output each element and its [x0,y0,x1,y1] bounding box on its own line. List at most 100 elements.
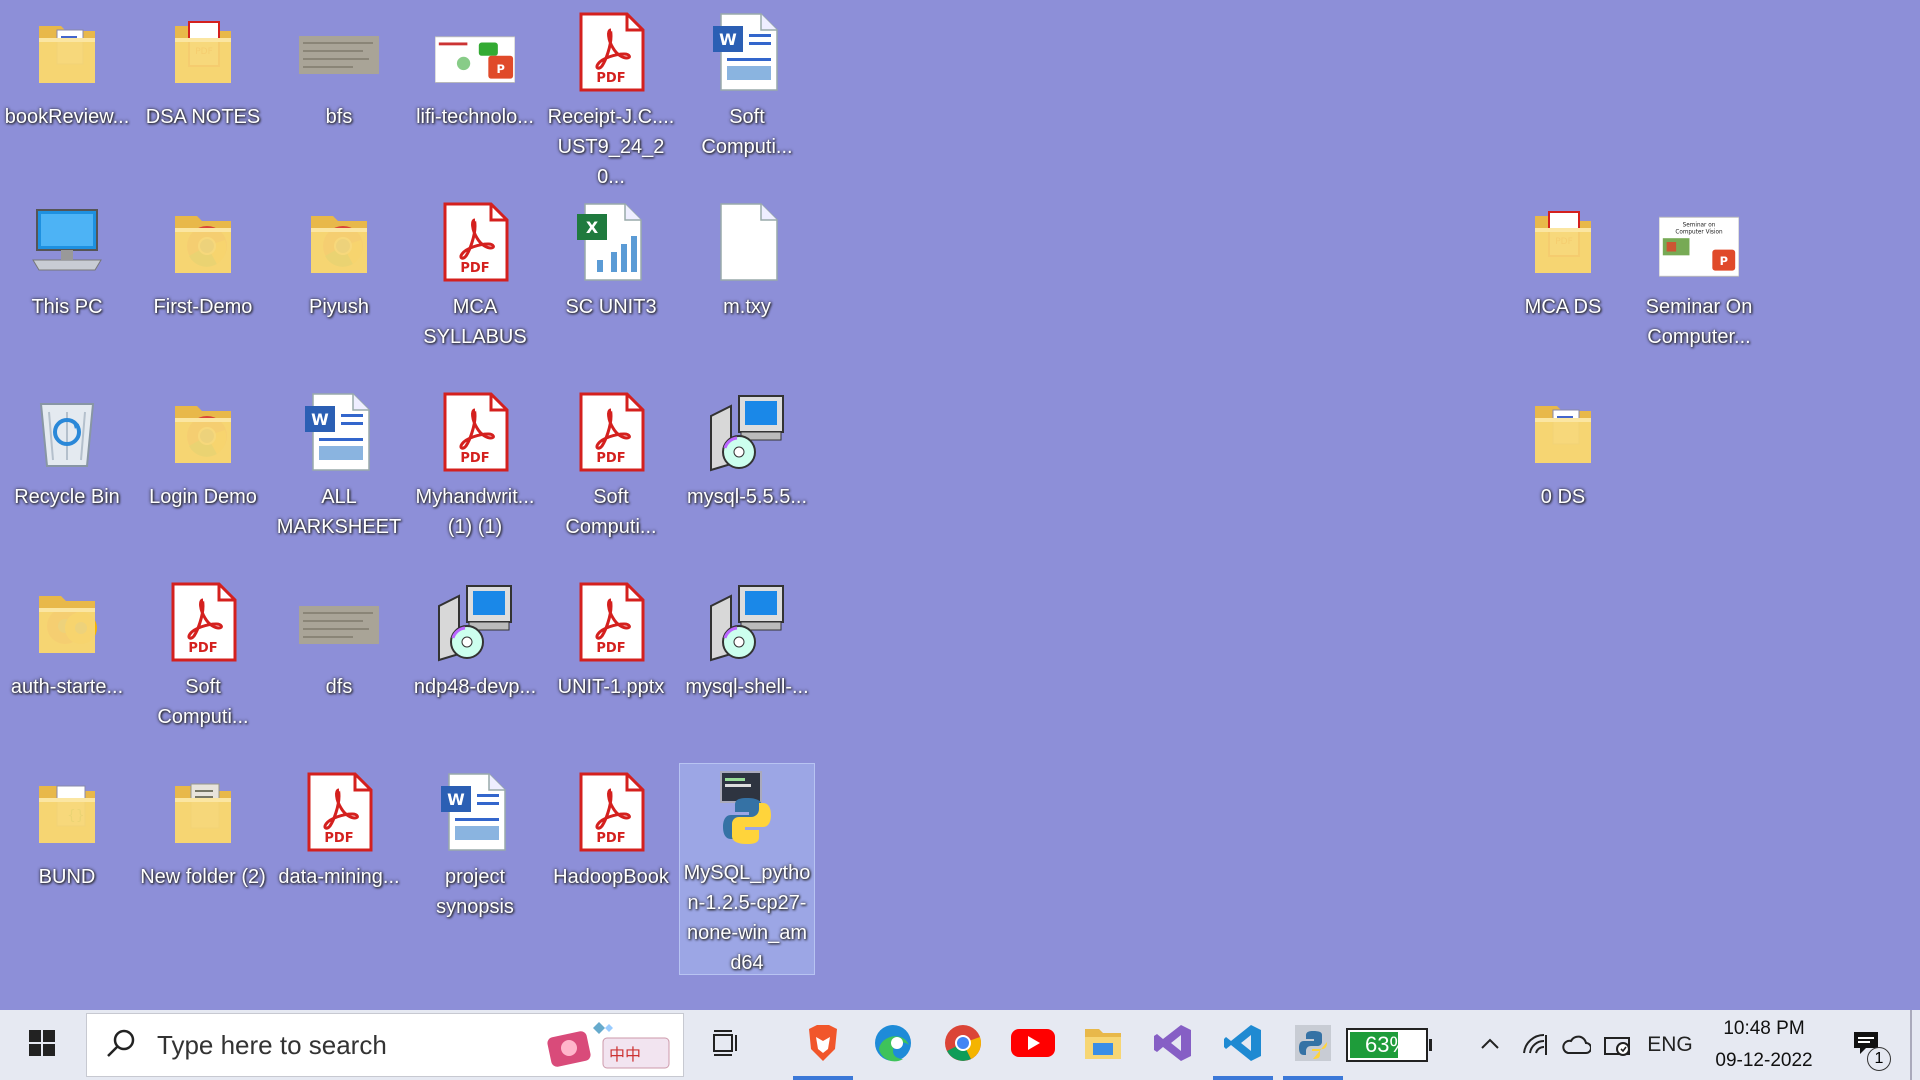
installer-icon [707,582,787,662]
desktop-icon-label: mysql-shell-... [685,676,809,698]
desktop-icon[interactable]: ndp48-devp... [408,578,542,702]
desktop-icon[interactable]: PDF MCA SYLLABUS [408,198,542,352]
desktop-icon[interactable]: Login Demo [136,388,270,512]
clock[interactable]: 10:48 PM 09-12-2022 [1704,1010,1824,1080]
taskbar-app-button[interactable] [998,1010,1068,1080]
pdf-icon: PDF [163,582,243,662]
folder-vscode-icon: {} [27,772,107,852]
desktop-icon-label: Login Demo [149,486,257,508]
desktop-icon[interactable]: mysql-5.5.5... [680,388,814,512]
start-button[interactable] [0,1010,84,1080]
taskbar-app-button[interactable] [788,1010,858,1080]
security-icon[interactable] [1598,1010,1638,1080]
taskbar-app-button[interactable] [928,1010,998,1080]
desktop-icon-label: bookReview... [4,106,130,128]
pptx-thumb-icon: P [435,12,515,92]
seminar-thumb-icon: Seminar on Computer Vision P [1659,202,1739,282]
desktop-icon[interactable]: Piyush [272,198,406,322]
image-icon [299,12,379,92]
taskbar: Type here to search 中中 63% ENG 10:48 PM … [0,1010,1920,1080]
svg-text:PDF: PDF [188,641,217,656]
desktop-icon[interactable]: m.txy [680,198,814,322]
desktop-icon[interactable]: Seminar on Computer Vision P Seminar On Com… [1632,198,1766,352]
svg-text:PDF: PDF [324,831,353,846]
taskbar-app-button[interactable] [858,1010,928,1080]
desktop-icon[interactable]: First-Demo [136,198,270,322]
taskbar-app-button[interactable] [1138,1010,1208,1080]
desktop-icon[interactable]: PDF Soft Computi... [136,578,270,732]
desktop-icon[interactable]: PDF HadoopBook [544,768,678,892]
desktop-icon[interactable]: Plifi-technolo... [408,8,542,132]
installer-icon [707,392,787,472]
desktop-icon[interactable]: {} BUND [0,768,134,892]
desktop-icon-label: Myhandwrit... (1) (1) [415,486,535,538]
desktop-icon[interactable]: auth-starte... [0,578,134,702]
desktop-icon[interactable]: PDF Myhandwrit... (1) (1) [408,388,542,542]
wifi-icon[interactable] [1516,1010,1556,1080]
pdf-icon: PDF [571,582,651,662]
desktop-icon[interactable]: PDF data-mining... [272,768,406,892]
search-box[interactable]: Type here to search 中中 [86,1013,684,1077]
desktop-icon[interactable]: This PC [0,198,134,322]
search-icon [105,1027,137,1064]
onedrive-icon[interactable] [1556,1010,1596,1080]
desktop-icon-label: First-Demo [153,296,253,318]
desktop-icon[interactable]: MySQL_pytho n-1.2.5-cp27- none-win_am d6… [679,763,815,975]
desktop-icon-label: Soft Computi... [565,486,657,538]
desktop-icon-label: UNIT-1.pptx [557,676,665,698]
desktop-icon[interactable]: X SC UNIT3 [544,198,678,322]
taskbar-app-button[interactable] [1068,1010,1138,1080]
desktop-icon[interactable]: mysql-shell-... [680,578,814,702]
notification-center-button[interactable]: 1 [1836,1010,1896,1080]
search-placeholder: Type here to search [157,1029,387,1060]
pdf-icon: PDF [571,772,651,852]
folder-file-icon [27,12,107,92]
folder-pdf-icon: PDF [1523,202,1603,282]
folder-file-icon [1523,392,1603,472]
desktop-icon[interactable]: PDF Soft Computi... [544,388,678,542]
desktop-icon-label: dfs [325,676,353,698]
desktop[interactable]: bookReview... PDF DSA NOTES bfs Plifi-tech… [0,0,1920,1010]
desktop-icon[interactable]: Recycle Bin [0,388,134,512]
desktop-icon[interactable]: 0 DS [1496,388,1630,512]
chrome-icon [943,1023,983,1068]
desktop-icon[interactable]: Wproject synopsis [408,768,542,922]
computer-icon [27,202,107,282]
taskbar-app-button[interactable] [692,1010,762,1080]
show-desktop-button[interactable] [1910,1010,1912,1080]
taskbar-app-button[interactable] [1278,1010,1348,1080]
svg-text:PDF: PDF [596,451,625,466]
desktop-icon-label: Soft Computi... [157,676,249,728]
desktop-icon-label: data-mining... [278,866,400,888]
file-explorer-icon [1083,1025,1123,1066]
svg-text:X: X [586,218,599,237]
pdf-icon: PDF [571,12,651,92]
desktop-icon[interactable]: PDF Receipt-J.C.... UST9_24_20... [544,8,678,192]
desktop-icon-label: ALL MARKSHEET [276,486,402,538]
desktop-icon-label: Soft Computi... [701,106,793,158]
clock-time: 10:48 PM [1723,1018,1805,1039]
desktop-icon[interactable]: W Soft Computi... [680,8,814,162]
desktop-icon[interactable]: PDF DSA NOTES [136,8,270,132]
show-hidden-icons-button[interactable] [1470,1010,1510,1080]
desktop-icon-label: HadoopBook [553,866,669,888]
installer-icon [435,582,515,662]
pdf-icon: PDF [571,392,651,472]
svg-text:P: P [497,62,505,76]
folder-chrome-icon [163,202,243,282]
desktop-icon[interactable]: New folder (2) [136,768,270,892]
language-indicator[interactable]: ENG [1640,1010,1700,1080]
chevron-up-icon [1480,1036,1500,1054]
desktop-icon[interactable]: dfs [272,578,406,702]
desktop-icon-label: m.txy [723,296,771,318]
desktop-icon-label: project synopsis [436,866,514,918]
desktop-icon[interactable]: W ALL MARKSHEET [272,388,406,542]
battery-indicator[interactable]: 63% [1346,1010,1432,1080]
desktop-icon[interactable]: PDF MCA DS [1496,198,1630,322]
desktop-icon-label: Recycle Bin [14,486,120,508]
desktop-icon[interactable]: PDF UNIT-1.pptx [544,578,678,702]
desktop-icon[interactable]: bfs [272,8,406,132]
folder-chrome-icon [163,392,243,472]
taskbar-app-button[interactable] [1208,1010,1278,1080]
desktop-icon[interactable]: bookReview... [0,8,134,132]
